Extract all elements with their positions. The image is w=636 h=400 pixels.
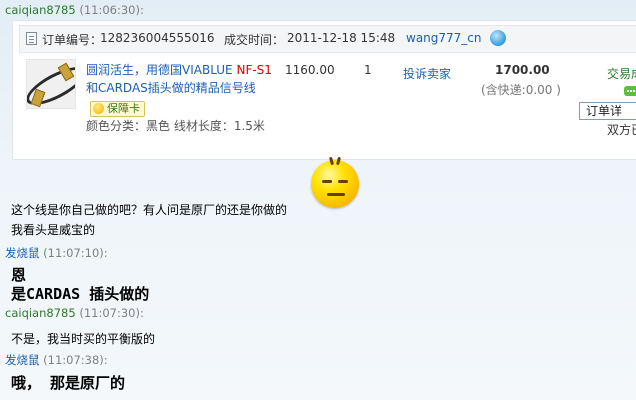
message-time: (11:07:30):: [79, 306, 144, 320]
message-header: caiqian8785 (11:06:30):: [5, 3, 144, 17]
unit-price: 1160.00: [285, 63, 335, 77]
order-number: 128236004555016: [100, 31, 215, 45]
rating-status[interactable]: 双方已: [607, 121, 636, 138]
message-time: (11:06:30):: [79, 3, 144, 17]
message-text: 不是，我当时买的平衡版的: [11, 332, 156, 346]
message-text: 我看头是威宝的: [11, 223, 96, 237]
wangwang-icon[interactable]: [490, 30, 506, 46]
product-title-line2[interactable]: 和CARDAS插头做的精品信号线: [86, 79, 256, 96]
message-text: 这个线是你自己做的吧？有人问是原厂的还是你做的: [11, 203, 288, 217]
product-attributes: 颜色分类：黑色 线材长度：1.5米: [86, 119, 265, 133]
message-header: 发烧鼠 (11:07:10):: [5, 245, 108, 261]
product-title-highlight[interactable]: NF-S1: [236, 63, 271, 77]
order-info-bar: 订单编号： 128236004555016 成交时间： 2011-12-18 1…: [19, 25, 636, 53]
product-title-a[interactable]: 圆润活生，用德国VIABLUE: [86, 63, 236, 77]
smiley-eye: [338, 180, 348, 183]
complaint-link[interactable]: 投诉卖家: [403, 65, 451, 82]
guarantee-badge[interactable]: 保障卡: [90, 101, 145, 117]
sender-name[interactable]: caiqian8785: [5, 3, 76, 17]
message-text: 恩: [11, 266, 27, 284]
smiley-hair: [336, 156, 341, 166]
trade-status: 交易成: [607, 67, 636, 81]
guarantee-label: 保障卡: [107, 102, 140, 115]
smiley-eye: [322, 180, 332, 183]
chat-status-icon[interactable]: [624, 86, 636, 96]
smiley-mouth: [327, 193, 345, 196]
shipping-fee: (含快递:0.00 ): [481, 83, 561, 97]
message-text: 哦， 那是原厂的: [11, 374, 126, 392]
order-doc-icon: [26, 32, 37, 45]
message-header: caiqian8785 (11:07:30):: [5, 306, 144, 320]
deal-time-label: 成交时间：: [224, 33, 285, 47]
sender-name[interactable]: 发烧鼠: [5, 246, 40, 260]
sender-name[interactable]: caiqian8785: [5, 306, 76, 320]
message-text: 是CARDAS 插头做的: [11, 285, 150, 303]
message-time: (11:07:38):: [43, 353, 108, 367]
message-time: (11:07:10):: [43, 246, 108, 260]
product-title-line1[interactable]: 圆润活生，用德国VIABLUE NF-S1: [86, 61, 272, 78]
order-detail-button[interactable]: 订单详: [579, 102, 636, 120]
seller-link[interactable]: wang777_cn: [406, 31, 482, 45]
guarantee-icon: [93, 103, 104, 114]
product-thumbnail[interactable]: [26, 59, 76, 109]
order-card: 订单编号： 128236004555016 成交时间： 2011-12-18 1…: [12, 20, 636, 160]
grin-smiley-icon: [311, 156, 359, 208]
sender-name[interactable]: 发烧鼠: [5, 353, 40, 367]
deal-time: 2011-12-18 15:48: [287, 31, 396, 45]
message-header: 发烧鼠 (11:07:38):: [5, 352, 108, 368]
quantity: 1: [364, 63, 372, 77]
order-number-label: 订单编号：: [42, 33, 103, 47]
order-total: 1700.00: [495, 63, 550, 77]
